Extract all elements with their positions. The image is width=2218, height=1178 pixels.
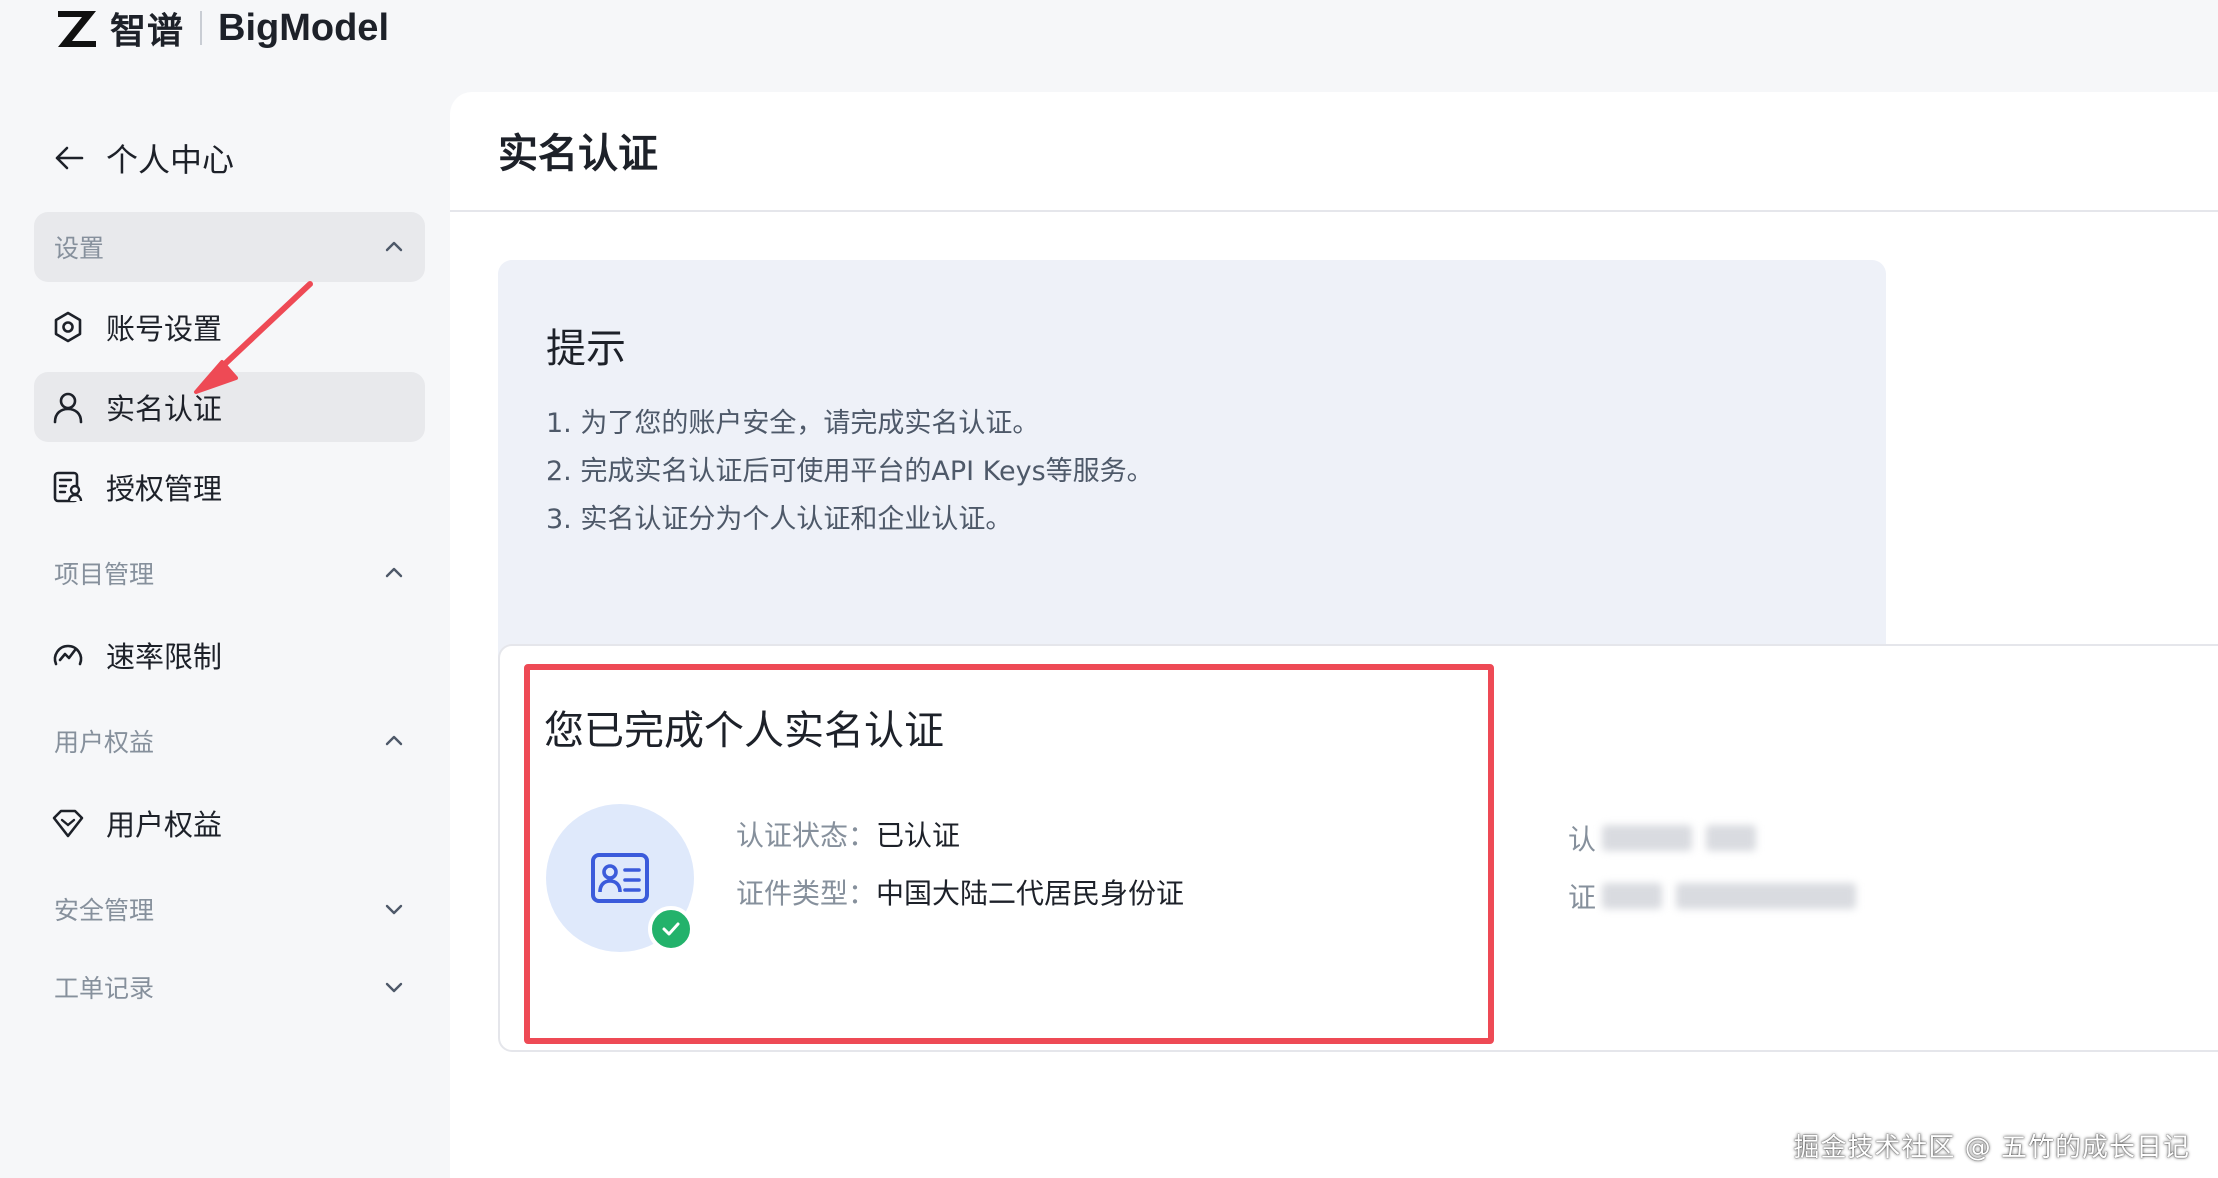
sidebar-item-real-name-auth[interactable]: 实名认证 — [34, 372, 425, 442]
title-divider — [450, 210, 2218, 212]
brand-name-cn: 智谱 — [110, 11, 185, 52]
group-label: 设置 — [54, 234, 105, 263]
status-heading: 您已完成个人实名认证 — [544, 708, 944, 754]
redacted-block — [1602, 825, 1693, 851]
authorization-doc-icon — [50, 469, 86, 505]
group-label: 安全管理 — [54, 896, 155, 925]
chevron-up-icon — [385, 567, 403, 578]
sidebar-group-security-management[interactable]: 安全管理 — [34, 874, 425, 944]
tip-title: 提示 — [546, 326, 626, 372]
back-label: 个人中心 — [106, 141, 235, 179]
field-doc-type: 证件类型： 中国大陆二代居民身份证 — [736, 874, 1184, 914]
tip-line: 1. 为了您的账户安全，请完成实名认证。 — [546, 408, 1040, 439]
brand-name-en: BigModel — [218, 6, 389, 49]
page-title: 实名认证 — [498, 131, 658, 177]
arrow-left-icon — [55, 146, 84, 170]
check-circle-icon — [648, 906, 694, 952]
field-auth-status: 认证状态： 已认证 — [736, 816, 960, 856]
sidebar-item-account-settings[interactable]: 账号设置 — [34, 292, 425, 362]
sidebar-group-project-management[interactable]: 项目管理 — [34, 538, 425, 608]
sidebar-item-label: 账号设置 — [106, 312, 223, 346]
chevron-down-icon — [385, 982, 403, 993]
watermark: 掘金技术社区 @ 五竹的成长日记 — [1793, 1133, 2190, 1163]
sidebar-item-user-benefits[interactable]: 用户权益 — [34, 788, 425, 858]
id-card-badge — [546, 804, 694, 952]
id-card-icon — [590, 850, 650, 910]
chevron-up-icon — [385, 735, 403, 746]
main-panel: 实名认证 提示 1. 为了您的账户安全，请完成实名认证。 2. 完成实名认证后可… — [450, 92, 2218, 1178]
chevron-up-icon — [385, 241, 403, 252]
brand-logo[interactable]: 智谱 BigModel — [56, 4, 389, 52]
chevron-down-icon — [385, 904, 403, 915]
zhipu-logo-icon — [56, 7, 98, 49]
blurred-field-2: 证 — [1568, 876, 1857, 916]
blurred-field-prefix: 证 — [1568, 881, 1597, 914]
sidebar-item-label: 授权管理 — [106, 472, 223, 506]
field-value: 中国大陆二代居民身份证 — [876, 877, 1185, 910]
sidebar-group-user-benefits[interactable]: 用户权益 — [34, 706, 425, 776]
back-to-personal-center[interactable]: 个人中心 — [52, 128, 234, 188]
top-bar: 智谱 BigModel — [0, 0, 2218, 88]
field-value: 已认证 — [876, 819, 961, 852]
logo-divider — [200, 11, 203, 45]
blurred-field-1: 认 — [1568, 818, 1757, 858]
redacted-block — [1706, 825, 1757, 851]
redacted-block — [1676, 883, 1857, 909]
field-key: 证件类型： — [736, 877, 877, 910]
tip-box: 提示 1. 为了您的账户安全，请完成实名认证。 2. 完成实名认证后可使用平台的… — [498, 260, 1886, 672]
redacted-block — [1602, 883, 1663, 909]
group-label: 工单记录 — [54, 974, 155, 1003]
blurred-field-prefix: 认 — [1568, 823, 1597, 856]
sidebar: 个人中心 设置 账号设置 实名认证 授权管理 项目管理 速率限制 用户权益 用户… — [0, 88, 450, 1178]
tip-line: 2. 完成实名认证后可使用平台的API Keys等服务。 — [546, 456, 1154, 487]
verification-status-card: 您已完成个人实名认证 认证状态： 已认证 证件类型： 中国大陆二代居民身份证 认… — [498, 644, 2218, 1052]
hexagon-settings-icon — [50, 309, 86, 345]
tip-line: 3. 实名认证分为个人认证和企业认证。 — [546, 504, 1013, 535]
user-icon — [50, 389, 86, 425]
sidebar-group-ticket-records[interactable]: 工单记录 — [34, 952, 425, 1022]
tip-list: 1. 为了您的账户安全，请完成实名认证。 2. 完成实名认证后可使用平台的API… — [546, 400, 1154, 544]
group-label: 用户权益 — [54, 728, 155, 757]
sidebar-item-authorization[interactable]: 授权管理 — [34, 452, 425, 522]
sidebar-item-rate-limit[interactable]: 速率限制 — [34, 620, 425, 690]
field-key: 认证状态： — [736, 819, 877, 852]
group-label: 项目管理 — [54, 560, 155, 589]
sidebar-group-settings[interactable]: 设置 — [34, 212, 425, 282]
diamond-icon — [50, 805, 86, 841]
sidebar-item-label: 速率限制 — [106, 640, 223, 674]
sidebar-item-label: 用户权益 — [106, 808, 223, 842]
speed-gauge-icon — [50, 637, 86, 673]
sidebar-item-label: 实名认证 — [106, 392, 223, 426]
